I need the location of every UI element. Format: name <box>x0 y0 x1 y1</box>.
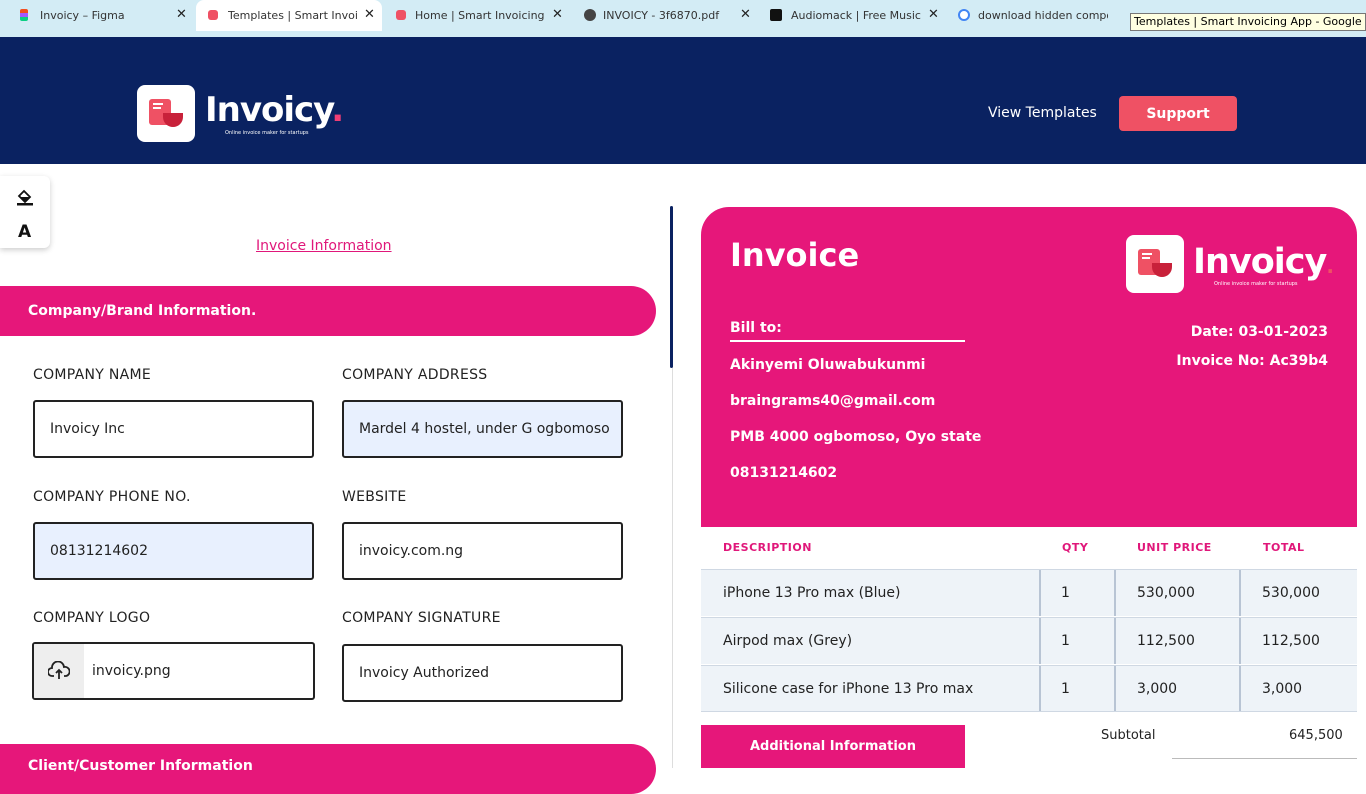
column-separator <box>1039 618 1041 664</box>
column-separator <box>1114 618 1116 664</box>
close-icon[interactable]: ✕ <box>552 7 563 22</box>
client-email: braingrams40@gmail.com <box>730 393 936 409</box>
preview-brand-tagline: Online invoice maker for startups <box>1214 281 1298 287</box>
invoice-number: Invoice No: Ac39b4 <box>1176 353 1328 369</box>
brand-tagline: Online invoice maker for startups <box>225 130 309 136</box>
style-toolbox: A <box>0 176 50 248</box>
close-icon[interactable]: ✕ <box>740 7 751 22</box>
scrollbar-thumb[interactable] <box>670 206 673 368</box>
browser-tab-bar: Invoicy – Figma ✕ Templates | Smart Invo… <box>0 0 1366 37</box>
browser-tab[interactable]: Home | Smart Invoicing App ✕ <box>386 0 572 31</box>
column-total: TOTAL <box>1263 541 1305 554</box>
tab-title: Audiomack | Free Music Sh <box>791 9 921 22</box>
company-signature-input[interactable]: Invoicy Authorized <box>342 644 623 702</box>
paint-bucket-icon[interactable] <box>16 188 34 210</box>
invoicy-icon <box>208 10 218 20</box>
close-icon[interactable]: ✕ <box>364 7 375 22</box>
item-unit-price: 112,500 <box>1137 633 1195 649</box>
panel-divider <box>672 368 673 768</box>
item-qty: 1 <box>1061 680 1070 697</box>
item-total: 112,500 <box>1262 633 1320 649</box>
support-button[interactable]: Support <box>1119 96 1237 131</box>
column-separator <box>1039 570 1041 616</box>
tab-title: Invoicy – Figma <box>40 9 125 22</box>
client-phone: 08131214602 <box>730 465 838 481</box>
browser-tab[interactable]: Invoicy – Figma ✕ <box>0 0 194 31</box>
company-logo-filename: invoicy.png <box>92 663 171 679</box>
item-unit-price: 530,000 <box>1137 585 1195 601</box>
column-qty: QTY <box>1062 541 1089 554</box>
close-icon[interactable]: ✕ <box>176 7 187 22</box>
client-name: Akinyemi Oluwabukunmi <box>730 357 926 373</box>
company-logo-upload[interactable]: invoicy.png <box>32 642 315 700</box>
column-description: DESCRIPTION <box>723 541 812 554</box>
item-total: 3,000 <box>1262 680 1303 697</box>
item-unit-price: 3,000 <box>1137 680 1178 697</box>
invoicy-logo-icon <box>1126 235 1184 293</box>
company-logo-label: COMPANY LOGO <box>33 610 151 626</box>
item-total: 530,000 <box>1262 585 1320 601</box>
invoice-date: Date: 03-01-2023 <box>1190 324 1328 340</box>
invoicy-logo-icon[interactable] <box>137 85 195 142</box>
table-row: iPhone 13 Pro max (Blue) 1 530,000 530,0… <box>701 569 1357 616</box>
close-icon[interactable]: ✕ <box>928 7 939 22</box>
bill-to-label: Bill to: <box>730 320 965 342</box>
company-name-label: COMPANY NAME <box>33 367 152 383</box>
company-name-input[interactable]: Invoicy Inc <box>33 400 314 458</box>
google-icon <box>958 9 970 21</box>
subtotal-value: 645,500 <box>1289 728 1343 743</box>
column-separator <box>1039 666 1041 711</box>
column-separator <box>1114 570 1116 616</box>
column-unit-price: UNIT PRICE <box>1137 541 1212 554</box>
tab-title: Home | Smart Invoicing App <box>415 9 545 22</box>
browser-tooltip: Templates | Smart Invoicing App - Google… <box>1130 13 1366 31</box>
invoice-information-link[interactable]: Invoice Information <box>256 238 392 254</box>
audiomack-icon <box>770 9 782 21</box>
tab-title: download hidden compone <box>978 9 1108 22</box>
browser-tab[interactable]: download hidden compone <box>950 0 1130 31</box>
table-row: Silicone case for iPhone 13 Pro max 1 3,… <box>701 665 1357 712</box>
invoice-title: Invoice <box>730 236 860 274</box>
browser-tab[interactable]: Audiomack | Free Music Sh ✕ <box>762 0 948 31</box>
company-address-label: COMPANY ADDRESS <box>342 367 488 383</box>
tab-title: Templates | Smart Invoicing <box>228 9 358 22</box>
tab-title: INVOICY - 3f6870.pdf <box>603 9 720 22</box>
company-signature-label: COMPANY SIGNATURE <box>342 610 501 626</box>
figma-icon <box>20 9 28 21</box>
font-icon[interactable]: A <box>18 222 31 242</box>
website-label: WEBSITE <box>342 489 407 505</box>
item-description: iPhone 13 Pro max (Blue) <box>723 585 901 601</box>
preview-brand-name: Invoicy. <box>1193 242 1334 282</box>
globe-icon <box>584 9 596 21</box>
brand-name[interactable]: Invoicy. <box>205 90 344 130</box>
additional-information-header: Additional Information <box>701 725 965 768</box>
browser-tab-active[interactable]: Templates | Smart Invoicing ✕ <box>196 0 382 31</box>
column-separator <box>1239 618 1241 664</box>
website-input[interactable]: invoicy.com.ng <box>342 522 623 580</box>
column-separator <box>1239 570 1241 616</box>
company-phone-label: COMPANY PHONE NO. <box>33 489 191 505</box>
client-address: PMB 4000 ogbomoso, Oyo state <box>730 429 982 445</box>
column-separator <box>1239 666 1241 711</box>
client-section-header: Client/Customer Information <box>0 744 656 794</box>
company-section-header: Company/Brand Information. <box>0 286 656 336</box>
subtotal-label: Subtotal <box>1101 728 1156 743</box>
table-row: Airpod max (Grey) 1 112,500 112,500 <box>701 617 1357 664</box>
column-separator <box>1114 666 1116 711</box>
browser-tab[interactable]: INVOICY - 3f6870.pdf ✕ <box>574 0 760 31</box>
view-templates-link[interactable]: View Templates <box>988 105 1097 121</box>
item-qty: 1 <box>1061 585 1070 601</box>
item-description: Airpod max (Grey) <box>723 633 853 649</box>
item-qty: 1 <box>1061 633 1070 649</box>
upload-icon[interactable] <box>34 644 84 698</box>
item-description: Silicone case for iPhone 13 Pro max <box>723 680 974 697</box>
company-phone-input[interactable]: 08131214602 <box>33 522 314 580</box>
subtotal-underline <box>1172 758 1357 759</box>
invoicy-icon <box>396 10 406 20</box>
company-address-input[interactable]: Mardel 4 hostel, under G ogbomoso <box>342 400 623 458</box>
